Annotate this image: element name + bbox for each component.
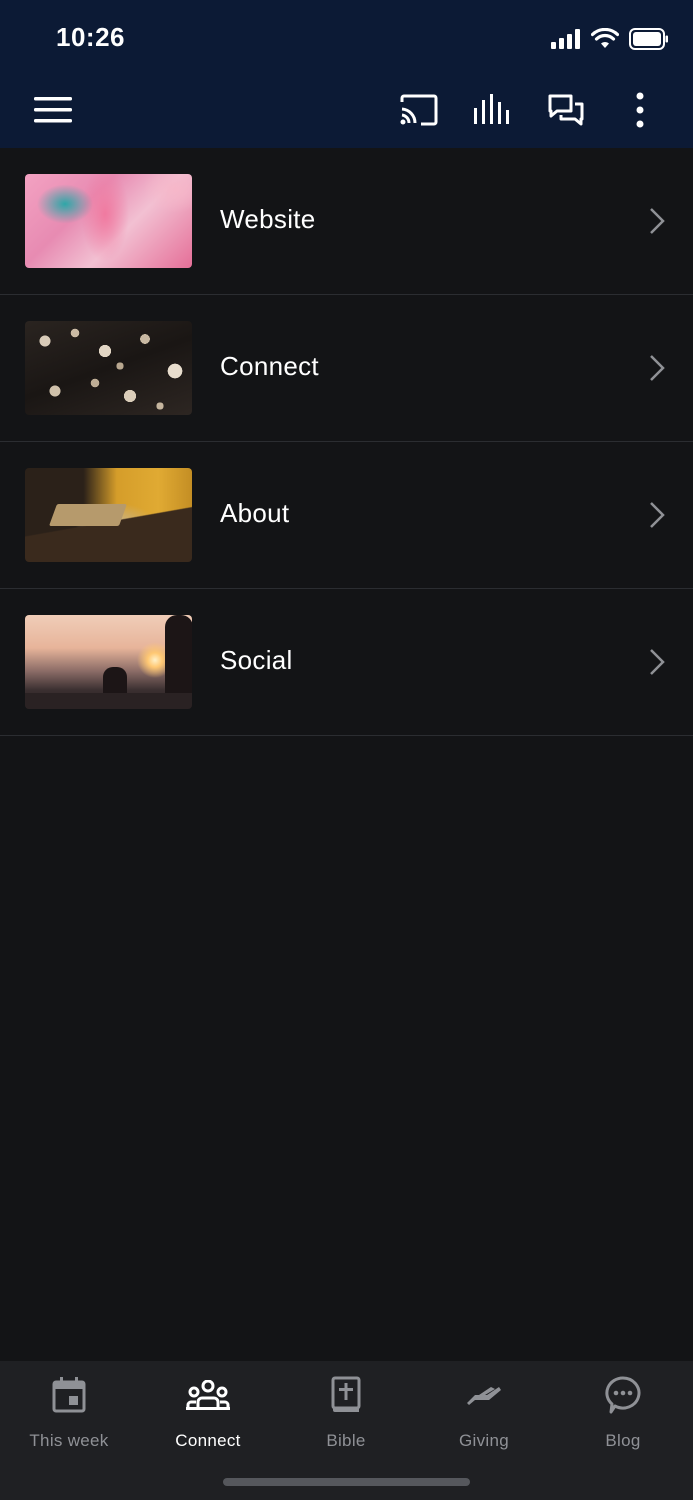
list-item-label: Website [220,204,316,234]
giving-hand-icon [467,1387,501,1405]
chevron-right-icon [650,502,665,528]
connect-list: Website Connect About Social [0,148,693,736]
more-vertical-icon [636,92,644,128]
audio-button[interactable] [470,88,514,132]
ground-silhouette [25,693,192,709]
tab-label: Connect [175,1431,241,1450]
list-item-social[interactable]: Social [0,589,693,736]
tab-this-week[interactable]: This week [0,1375,138,1451]
tab-label: Bible [326,1431,366,1450]
about-thumbnail [25,468,192,562]
chat-button[interactable] [544,88,588,132]
status-time: 10:26 [56,22,125,52]
status-icons [551,26,669,52]
chevron-right-icon [650,355,665,381]
list-item-connect[interactable]: Connect [0,295,693,442]
hamburger-menu-icon [34,97,72,123]
chat-dots-icon [605,1376,641,1414]
cellular-signal-icon [551,29,580,49]
calendar-icon [52,1377,86,1413]
more-options-button[interactable] [618,88,662,132]
list-item-website[interactable]: Website [0,148,693,295]
cast-button[interactable] [397,88,441,132]
connect-thumbnail [25,321,192,415]
app-header: 10:26 [0,0,693,148]
website-thumbnail [25,174,192,268]
tab-giving[interactable]: Giving [415,1375,553,1451]
list-item-label: Social [220,645,293,675]
list-item-label: About [220,498,290,528]
social-thumbnail [25,615,192,709]
group-icon [186,1380,230,1410]
tab-label: This week [29,1431,109,1450]
home-indicator[interactable] [223,1478,470,1486]
tab-label: Giving [459,1431,509,1450]
tab-connect[interactable]: Connect [139,1375,277,1451]
wifi-icon [591,28,619,48]
list-item-label: Connect [220,351,319,381]
bible-icon [331,1376,361,1412]
tab-bible[interactable]: Bible [277,1375,415,1451]
tab-blog[interactable]: Blog [554,1375,692,1451]
tab-label: Blog [605,1431,641,1450]
battery-icon [629,28,668,50]
list-item-about[interactable]: About [0,442,693,589]
menu-button[interactable] [31,88,75,132]
audio-bars-icon [474,94,509,124]
open-book-shape [48,504,128,526]
chat-bubbles-icon [548,94,584,126]
chevron-right-icon [650,208,665,234]
cast-icon [400,94,438,126]
chevron-right-icon [650,649,665,675]
